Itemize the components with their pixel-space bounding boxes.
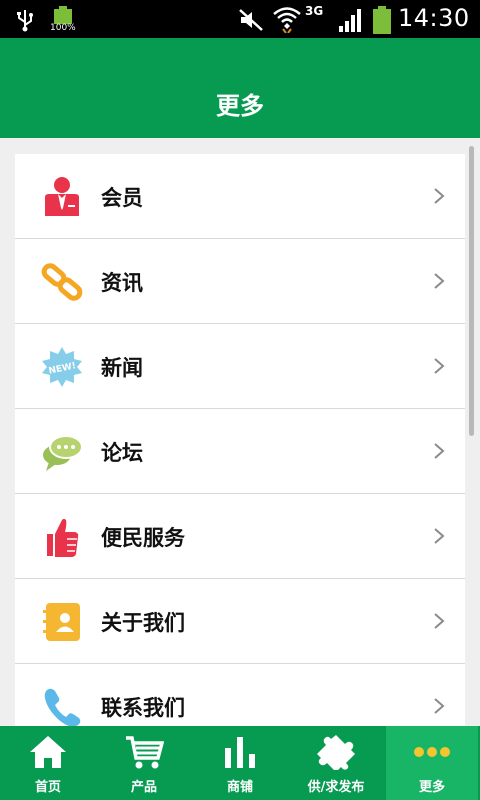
app-header: 更多 [0, 38, 480, 138]
more-dots-icon [414, 747, 450, 757]
tab-label: 首页 [34, 780, 61, 795]
tab-products[interactable]: 产品 [96, 726, 192, 800]
status-bar: 100% 3G 14:30 [0, 0, 480, 38]
chevron-right-icon [434, 358, 445, 374]
chevron-right-icon [434, 443, 445, 459]
chevron-right-icon [434, 613, 445, 629]
menu-item-label: 会员 [101, 186, 143, 210]
scrollbar[interactable] [469, 146, 474, 436]
contact-card-icon [43, 603, 80, 641]
wifi-icon [273, 7, 301, 33]
menu-item-member[interactable]: 会员 [15, 154, 465, 239]
menu-item-forum[interactable]: 论坛 [15, 409, 465, 494]
menu-item-news-info[interactable]: 资讯 [15, 239, 465, 324]
chevron-right-icon [434, 188, 445, 204]
bottom-tab-bar: 首页 产品 商铺 供/求发布 更多 [0, 726, 480, 800]
home-icon [30, 736, 66, 768]
menu-item-label: 联系我们 [101, 696, 185, 720]
battery-full-small-icon [54, 6, 72, 24]
menu-item-news[interactable]: NEW! 新闻 [15, 324, 465, 409]
tab-supply-demand[interactable]: 供/求发布 [288, 726, 384, 800]
battery-percent: 100% [50, 23, 76, 33]
menu-item-label: 便民服务 [101, 526, 185, 550]
member-icon [45, 177, 79, 216]
mute-icon [239, 9, 263, 31]
menu-list: 会员 资讯 NEW! 新闻 论坛 便民服务 关于我们 联系我们 [15, 154, 465, 726]
chevron-right-icon [434, 528, 445, 544]
page-title: 更多 [216, 92, 264, 120]
link-icon [41, 263, 83, 301]
menu-item-public-service[interactable]: 便民服务 [15, 494, 465, 579]
network-type: 3G [305, 4, 324, 18]
phone-icon [44, 688, 81, 726]
menu-item-label: 新闻 [101, 356, 143, 380]
menu-item-label: 资讯 [101, 271, 143, 295]
tab-label: 供/求发布 [307, 780, 365, 795]
menu-item-contact-us[interactable]: 联系我们 [15, 664, 465, 726]
menu-item-label: 关于我们 [101, 611, 185, 635]
tab-label: 更多 [418, 780, 445, 795]
tab-shops[interactable]: 商铺 [192, 726, 288, 800]
new-badge-icon: NEW! [42, 347, 82, 387]
tab-label: 产品 [130, 780, 157, 795]
tab-home[interactable]: 首页 [0, 726, 96, 800]
clock: 14:30 [398, 4, 470, 32]
tab-label: 商铺 [226, 780, 253, 795]
cart-icon [126, 736, 164, 769]
tab-more[interactable]: 更多 [386, 726, 478, 800]
battery-icon [373, 6, 391, 34]
menu-item-label: 论坛 [101, 441, 143, 465]
thumbs-up-icon [47, 518, 79, 557]
puzzle-icon [317, 735, 355, 770]
bar-chart-icon [225, 737, 255, 768]
menu-item-about-us[interactable]: 关于我们 [15, 579, 465, 664]
chat-bubble-icon [43, 435, 83, 471]
signal-strength-icon [339, 9, 361, 32]
chevron-right-icon [434, 698, 445, 714]
chevron-right-icon [434, 273, 445, 289]
usb-icon [17, 10, 33, 32]
